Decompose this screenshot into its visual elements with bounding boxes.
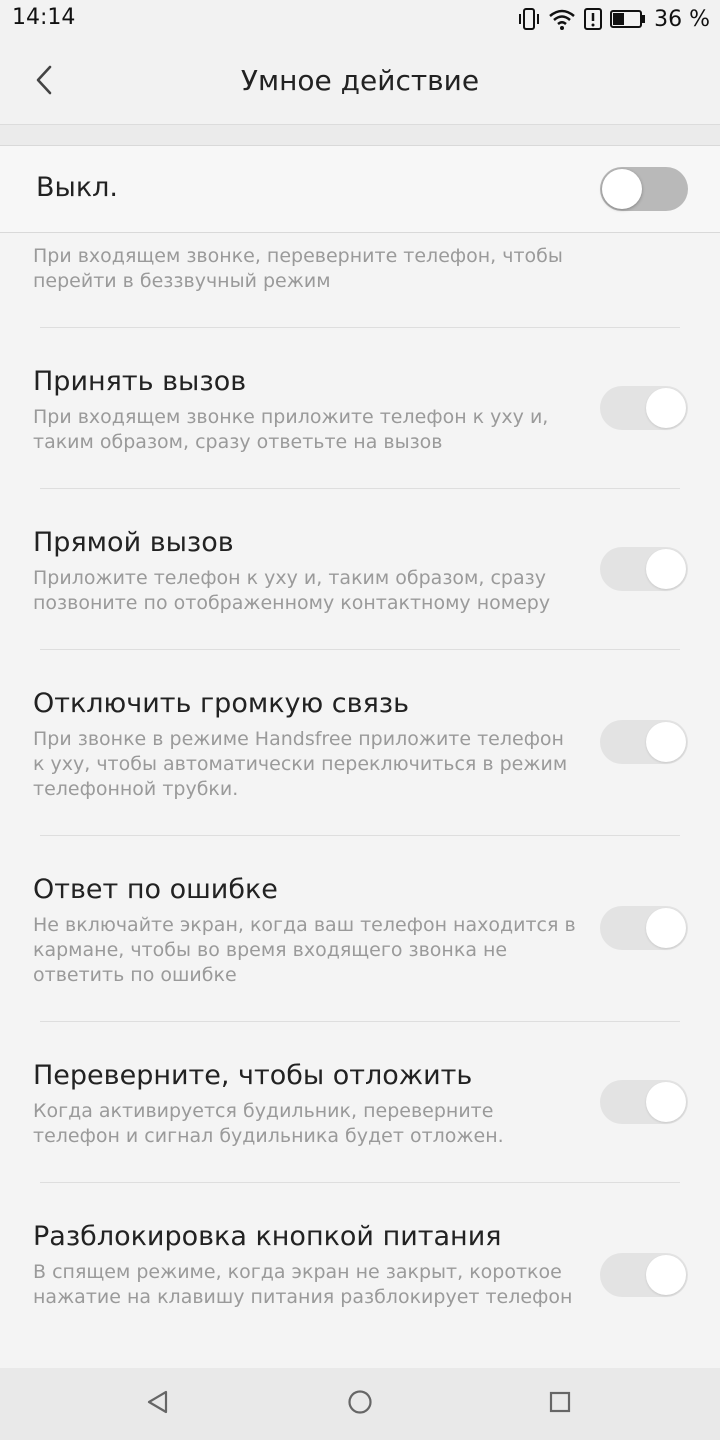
item-description: Когда активируется будильник, перевернит… [33,1100,504,1147]
item-title: Прямой вызов [33,527,234,558]
battery-icon [610,9,646,29]
toggle-knob [646,549,686,589]
alert-icon [584,8,603,30]
toggle-knob [646,388,686,428]
smart-action-screen: 14:14 36 % Умное действие Выкл. При вход… [0,0,720,1440]
item-title: Разблокировка кнопкой питания [33,1221,502,1252]
status-icons: 36 % [518,5,710,33]
list-item[interactable]: Отключить громкую связь При звонке в реж… [0,650,720,835]
item-toggle[interactable] [600,720,688,764]
list-item[interactable]: Разблокировка кнопкой питания В спящем р… [0,1183,720,1368]
toggle-knob [646,1082,686,1122]
item-description: Приложите телефон к уху и, таким образом… [33,567,551,614]
home-circle-icon [347,1389,373,1419]
item-toggle[interactable] [600,906,688,950]
item-description: При входящем звонке, переверните телефон… [33,245,563,292]
item-title: Ответ по ошибке [33,874,278,905]
toggle-knob [646,1255,686,1295]
back-triangle-icon [145,1389,171,1419]
item-toggle[interactable] [600,547,688,591]
navigation-bar [0,1368,720,1440]
list-item[interactable]: Прямой вызов Приложите телефон к уху и, … [0,489,720,649]
item-title: Отключить громкую связь [33,688,410,719]
toggle-knob [646,722,686,762]
app-bar: Умное действие [0,38,720,125]
item-toggle[interactable] [600,386,688,430]
master-switch-label: Выкл. [36,172,118,203]
section-gap [0,125,720,146]
nav-home-button[interactable] [340,1384,380,1424]
item-title: Переверните, чтобы отложить [33,1060,473,1091]
list-item[interactable]: При входящем звонке, переверните телефон… [0,232,720,327]
list-item[interactable]: Принять вызов При входящем звонке прилож… [0,328,720,488]
item-description: При звонке в режиме Handsfree приложите … [33,728,568,800]
nav-recents-button[interactable] [540,1384,580,1424]
item-toggle[interactable] [600,1253,688,1297]
item-description: Не включайте экран, когда ваш телефон на… [33,914,576,986]
master-toggle[interactable] [600,167,688,211]
list-item[interactable]: Ответ по ошибке Не включайте экран, когд… [0,836,720,1021]
toggle-knob [602,169,642,209]
vibrate-icon [518,7,540,31]
item-title: Принять вызов [33,366,247,397]
nav-back-button[interactable] [138,1384,178,1424]
recents-square-icon [548,1390,572,1418]
item-toggle[interactable] [600,1080,688,1124]
wifi-icon [548,8,576,30]
item-description: При входящем звонке приложите телефон к … [33,406,549,453]
battery-percent: 36 % [654,6,710,32]
toggle-knob [646,908,686,948]
status-time: 14:14 [12,5,76,30]
page-title: Умное действие [240,64,480,97]
master-switch-row[interactable]: Выкл. [0,146,720,233]
item-description: В спящем режиме, когда экран не закрыт, … [33,1261,573,1308]
settings-list[interactable]: При входящем звонке, переверните телефон… [0,232,720,1368]
list-item[interactable]: Переверните, чтобы отложить Когда активи… [0,1022,720,1182]
status-bar: 14:14 36 % [0,0,720,38]
